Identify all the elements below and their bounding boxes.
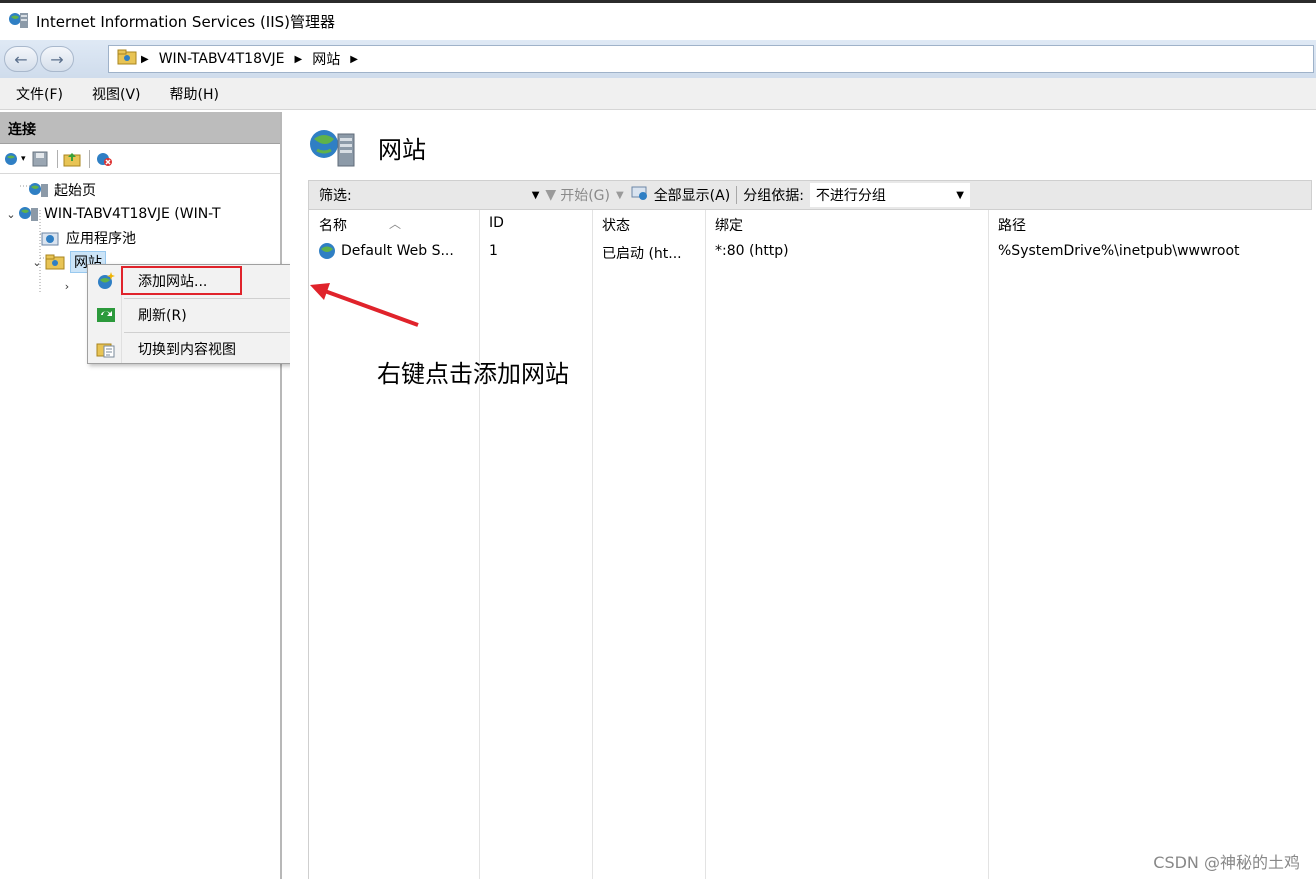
connections-panel: 连接 ▾ 起始页 ⌄ WIN-TABV4T18VJE (WIN-T 应用程序池 … <box>0 112 282 879</box>
column-header-binding[interactable]: 绑定 <box>715 215 743 235</box>
breadcrumb-chevron-icon[interactable]: ▶ <box>295 54 303 65</box>
group-by-value: 不进行分组 <box>815 188 886 204</box>
tree-label: WIN-TABV4T18VJE (WIN-T <box>44 206 221 222</box>
server-icon <box>18 204 40 224</box>
connect-globe-icon[interactable] <box>2 149 22 169</box>
go-dropdown-icon[interactable]: ▼ <box>616 190 624 201</box>
cell-path: %SystemDrive%\inetpub\wwwroot <box>998 243 1240 259</box>
show-all-button[interactable]: 全部显示(A) <box>654 185 731 205</box>
folder-icon <box>117 49 137 69</box>
sort-ascending-icon: ︿ <box>389 217 402 231</box>
iis-app-icon <box>8 10 30 34</box>
collapse-chevron-icon[interactable]: › <box>60 280 74 293</box>
sites-page-icon <box>308 126 358 172</box>
tree-item-server[interactable]: ⌄ WIN-TABV4T18VJE (WIN-T <box>4 202 221 226</box>
cell-status: 已启动 (ht... <box>602 246 682 262</box>
main-panel: 网站 筛选: ▼ ▼ 开始(G) ▼ 全部显示(A) 分组依据: 不进行分组 ▼… <box>290 112 1316 879</box>
tree-item-start-page[interactable]: 起始页 <box>14 178 96 202</box>
filter-funnel-icon: ▼ <box>545 187 557 203</box>
title-bar: Internet Information Services (IIS)管理器 <box>0 0 1316 40</box>
connections-header: 连接 <box>0 112 280 144</box>
cell-binding: *:80 (http) <box>715 243 789 259</box>
breadcrumb-chevron-icon[interactable]: ▶ <box>350 54 358 65</box>
annotation-arrow <box>310 283 419 327</box>
context-item-switch-view[interactable]: 切换到内容视图 <box>88 333 313 365</box>
grid-header: ︿ 名称 ID 状态 绑定 路径 <box>309 210 1313 238</box>
context-item-label: 切换到内容视图 <box>138 342 236 358</box>
breadcrumb-sites[interactable]: 网站 <box>312 49 340 69</box>
group-by-dropdown-icon: ▼ <box>956 189 964 201</box>
cell-id: 1 <box>489 243 498 259</box>
annotation-highlight-box <box>121 266 242 295</box>
group-by-select[interactable]: 不进行分组 ▼ <box>809 183 970 207</box>
column-header-name[interactable]: 名称 <box>319 215 347 235</box>
breadcrumb-server[interactable]: WIN-TABV4T18VJE <box>159 51 285 67</box>
save-icon[interactable] <box>30 149 50 169</box>
menu-view[interactable]: 视图(V) <box>92 84 141 104</box>
column-header-status[interactable]: 状态 <box>602 215 630 235</box>
sites-grid: ︿ 名称 ID 状态 绑定 路径 Default Web S... 1 已启动 … <box>308 210 1312 879</box>
window-title: Internet Information Services (IIS)管理器 <box>36 13 336 31</box>
back-button[interactable]: ← <box>4 46 38 72</box>
up-folder-icon[interactable] <box>62 149 82 169</box>
forward-arrow-icon: → <box>50 49 64 69</box>
toolbar-divider <box>88 149 90 168</box>
refresh-icon <box>88 307 124 323</box>
menu-help[interactable]: 帮助(H) <box>170 84 219 104</box>
forward-button[interactable]: → <box>40 46 74 72</box>
filter-bar: 筛选: ▼ ▼ 开始(G) ▼ 全部显示(A) 分组依据: 不进行分组 ▼ <box>308 180 1312 210</box>
filter-divider <box>736 186 738 204</box>
column-header-id[interactable]: ID <box>489 215 504 231</box>
page-title: 网站 <box>378 136 426 164</box>
filter-label: 筛选: <box>319 188 352 204</box>
connections-toolbar: ▾ <box>0 144 280 174</box>
site-globe-icon <box>317 241 337 265</box>
menu-file[interactable]: 文件(F) <box>16 84 63 104</box>
back-arrow-icon: ← <box>14 49 28 69</box>
group-by-label: 分组依据: <box>743 188 804 204</box>
tree-label: 起始页 <box>54 183 96 199</box>
content-view-icon <box>88 340 124 358</box>
context-item-label: 刷新(R) <box>138 308 187 324</box>
address-breadcrumb[interactable]: ▶ WIN-TABV4T18VJE ▶ 网站 ▶ <box>108 45 1314 73</box>
show-all-icon <box>630 185 650 205</box>
toolbar-divider <box>56 149 58 168</box>
add-site-icon <box>88 271 124 291</box>
watermark: CSDN @神秘的土鸡 <box>1153 853 1300 872</box>
disconnect-icon[interactable] <box>94 149 114 169</box>
dropdown-arrow-icon[interactable]: ▾ <box>21 154 26 164</box>
tree-item-default-site[interactable]: › <box>60 274 74 298</box>
tree-label: 应用程序池 <box>66 231 136 247</box>
app-pool-icon <box>40 228 62 248</box>
expand-chevron-icon[interactable]: ⌄ <box>30 256 44 269</box>
sites-folder-icon <box>44 252 66 272</box>
breadcrumb-chevron-icon[interactable]: ▶ <box>141 54 149 65</box>
annotation-text: 右键点击添加网站 <box>377 360 569 388</box>
expand-chevron-icon[interactable]: ⌄ <box>4 208 18 221</box>
column-header-path[interactable]: 路径 <box>998 215 1026 235</box>
context-item-refresh[interactable]: 刷新(R) <box>88 299 313 331</box>
tree-item-app-pools[interactable]: 应用程序池 <box>40 226 136 250</box>
filter-input[interactable] <box>355 183 526 207</box>
go-button[interactable]: 开始(G) <box>560 185 610 205</box>
filter-dropdown-icon[interactable]: ▼ <box>532 190 540 201</box>
start-page-icon <box>28 180 50 200</box>
menu-bar: 文件(F) 视图(V) 帮助(H) <box>0 78 1316 110</box>
table-row[interactable]: Default Web S... 1 已启动 (ht... *:80 (http… <box>309 238 1313 266</box>
cell-name: Default Web S... <box>341 243 454 259</box>
address-bar: ← → ▶ WIN-TABV4T18VJE ▶ 网站 ▶ <box>0 40 1316 78</box>
